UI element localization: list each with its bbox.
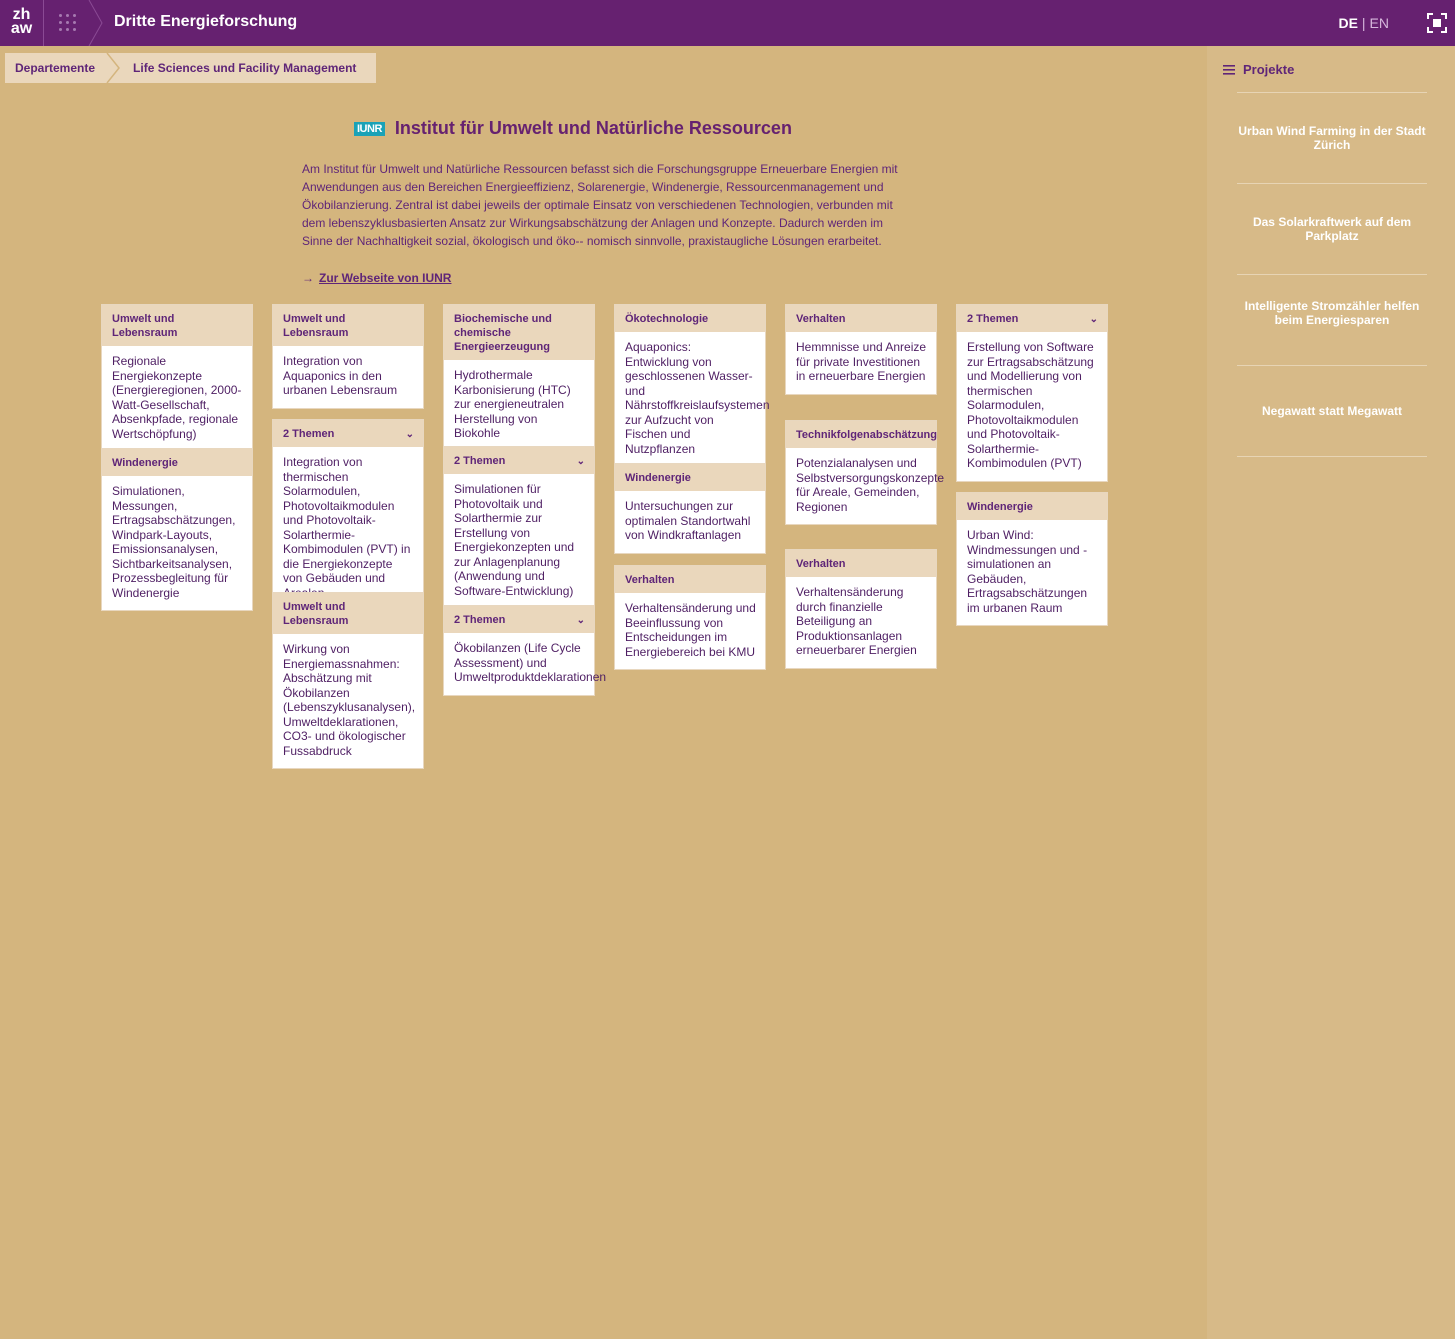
topic-card[interactable]: Umwelt und Lebensraum Wirkung von Energi… bbox=[273, 593, 423, 768]
topic-card[interactable]: 2 Themen ⌄ Erstellung von Software zur Er… bbox=[957, 305, 1107, 481]
topic-card[interactable]: Verhalten Verhaltensänderung und Beeinfl… bbox=[615, 566, 765, 669]
project-link[interactable]: Negawatt statt Megawatt bbox=[1237, 404, 1427, 418]
card-category: Umwelt und Lebensraum bbox=[273, 593, 423, 634]
card-category-dropdown[interactable]: 2 Themen ⌄ bbox=[444, 606, 594, 633]
breadcrumb-life-sciences[interactable]: Life Sciences und Facility Management bbox=[121, 53, 377, 83]
zhaw-logo[interactable]: zh aw bbox=[0, 0, 44, 46]
card-category: Verhalten bbox=[615, 566, 765, 593]
card-text: Wirkung von Energiemassnahmen: Abschätzu… bbox=[283, 642, 416, 758]
menu-icon bbox=[1223, 64, 1235, 75]
breadcrumb-separator-icon bbox=[105, 53, 122, 83]
app-title: Dritte Energieforschung bbox=[114, 13, 298, 30]
topic-card[interactable]: Verhalten Verhaltensänderung durch finan… bbox=[786, 550, 936, 668]
topic-card[interactable]: 2 Themen ⌄ Ökobilanzen (Life Cycle Assess… bbox=[444, 606, 607, 695]
top-bar: zh aw Dritte Energieforschung DE | EN bbox=[0, 0, 1455, 46]
card-text: Urban Wind: Windmessungen und -simulatio… bbox=[967, 528, 1088, 615]
topic-card[interactable]: Umwelt und Lebensraum Integration von Aq… bbox=[273, 305, 423, 408]
project-link[interactable]: Urban Wind Farming in der Stadt Zürich bbox=[1237, 124, 1427, 152]
language-switcher: DE | EN bbox=[1338, 15, 1389, 31]
topic-card[interactable]: Umwelt und Lebensraum Regionale Energiek… bbox=[102, 305, 252, 451]
card-text: Untersuchungen zur optimalen Standortwah… bbox=[625, 499, 751, 542]
card-text: Simulationen, Messungen, Ertragsabschätz… bbox=[112, 484, 236, 600]
card-category: Ökotechnologie bbox=[615, 305, 765, 332]
card-text: Ökobilanzen (Life Cycle Assessment) und … bbox=[454, 641, 607, 684]
card-category: Technikfolgenabschätzung bbox=[786, 421, 937, 448]
card-text: Integration von thermischen Solarmodulen… bbox=[283, 455, 411, 600]
card-text: Hydrothermale Karbonisierung (HTC) zur e… bbox=[454, 368, 571, 440]
card-text: Aquaponics: Entwicklung von geschlossene… bbox=[625, 340, 770, 456]
divider bbox=[1237, 365, 1427, 366]
topic-card[interactable]: 2 Themen ⌄ Integration von thermischen So… bbox=[273, 420, 423, 610]
breadcrumb-departemente[interactable]: Departemente bbox=[5, 53, 106, 83]
topic-card[interactable]: Ökotechnologie Aquaponics: Entwicklung v… bbox=[615, 305, 770, 466]
lang-de-link[interactable]: DE bbox=[1338, 15, 1357, 31]
card-text: Hemmnisse und Anreize für private Invest… bbox=[796, 340, 927, 383]
breadcrumb: Departemente Life Sciences und Facility … bbox=[5, 53, 377, 83]
project-link[interactable]: Das Solarkraftwerk auf dem Parkplatz bbox=[1237, 215, 1427, 243]
card-category: Windenergie bbox=[615, 464, 765, 491]
card-text: Potenzialanalysen und Selbstversorgungsk… bbox=[796, 456, 945, 514]
chevron-down-icon: ⌄ bbox=[1089, 314, 1098, 325]
topic-card[interactable]: Windenergie Untersuchungen zur optimalen… bbox=[615, 464, 765, 553]
topic-card[interactable]: 2 Themen ⌄ Simulationen für Photovoltaik … bbox=[444, 447, 594, 608]
divider bbox=[1237, 92, 1427, 93]
institute-website-link[interactable]: → Zur Webseite von IUNR bbox=[302, 271, 451, 285]
divider bbox=[1237, 183, 1427, 184]
projects-sidebar: Projekte Urban Wind Farming in der Stadt… bbox=[1207, 46, 1455, 1339]
institute-header: IUNR Institut für Umwelt und Natürliche … bbox=[354, 118, 792, 139]
card-text: Simulationen für Photovoltaik und Solart… bbox=[454, 482, 575, 598]
card-category: Biochemische und chemische Energieerzeug… bbox=[444, 305, 594, 360]
projects-header[interactable]: Projekte bbox=[1223, 62, 1294, 77]
card-text: Verhaltensänderung durch finanzielle Bet… bbox=[796, 585, 917, 657]
card-text: Verhaltensänderung und Beeinflussung von… bbox=[625, 601, 756, 659]
lang-separator: | bbox=[1361, 15, 1366, 31]
institute-title: Institut für Umwelt und Natürliche Resso… bbox=[394, 118, 792, 138]
logo-line-2: aw bbox=[10, 20, 33, 37]
topic-card[interactable]: Windenergie Urban Wind: Windmessungen un… bbox=[957, 493, 1107, 625]
card-category: Umwelt und Lebensraum bbox=[102, 305, 252, 346]
card-text: Regionale Energiekonzepte (Energieregion… bbox=[112, 354, 242, 441]
card-category: Verhalten bbox=[786, 305, 936, 332]
topic-card[interactable]: Biochemische und chemische Energieerzeug… bbox=[444, 305, 594, 451]
chevron-down-icon: ⌄ bbox=[576, 615, 585, 626]
topic-card[interactable]: Verhalten Hemmnisse und Anreize für priv… bbox=[786, 305, 936, 394]
card-category: Windenergie bbox=[102, 449, 252, 476]
institute-description: Am Institut für Umwelt und Natürliche Re… bbox=[302, 162, 898, 248]
card-category: Verhalten bbox=[786, 550, 936, 577]
topic-card[interactable]: Windenergie Simulationen, Messungen, Ert… bbox=[102, 449, 252, 610]
projects-title: Projekte bbox=[1243, 62, 1295, 77]
divider bbox=[1237, 456, 1427, 457]
fullscreen-icon[interactable] bbox=[1427, 13, 1447, 33]
arrow-right-icon: → bbox=[302, 271, 314, 285]
iunr-badge: IUNR bbox=[354, 121, 385, 136]
chevron-down-icon: ⌄ bbox=[405, 429, 414, 440]
card-text: Erstellung von Software zur Ertragsabsch… bbox=[967, 340, 1094, 470]
institute-link-label: Zur Webseite von IUNR bbox=[319, 271, 452, 285]
card-text: Integration von Aquaponics in den urbane… bbox=[283, 354, 398, 397]
apps-grid-icon[interactable] bbox=[56, 11, 80, 35]
topic-card[interactable]: Technikfolgenabschätzung Potenzialanalys… bbox=[786, 421, 945, 524]
card-category: Windenergie bbox=[957, 493, 1107, 520]
chevron-down-icon: ⌄ bbox=[576, 456, 585, 467]
project-link[interactable]: Intelligente Stromzähler helfen beim Ene… bbox=[1237, 299, 1427, 327]
card-category: Umwelt und Lebensraum bbox=[273, 305, 423, 346]
lang-en-link[interactable]: EN bbox=[1370, 15, 1389, 31]
card-category-dropdown[interactable]: 2 Themen ⌄ bbox=[273, 420, 423, 447]
card-category-dropdown[interactable]: 2 Themen ⌄ bbox=[444, 447, 594, 474]
divider bbox=[1237, 274, 1427, 275]
chevron-right-icon bbox=[88, 0, 103, 46]
card-category-dropdown[interactable]: 2 Themen ⌄ bbox=[957, 305, 1107, 332]
